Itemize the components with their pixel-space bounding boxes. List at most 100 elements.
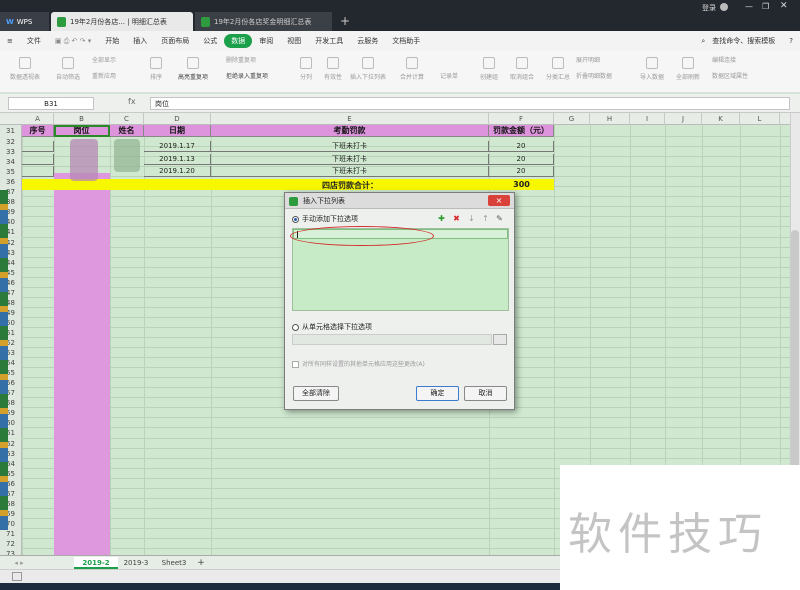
cell-date[interactable]: 2019.1.13: [144, 154, 211, 165]
fx-icon[interactable]: fx: [128, 97, 136, 106]
sheet-nav-arrows[interactable]: ◂ ▸: [4, 557, 34, 569]
cell-radio-icon[interactable]: [292, 323, 299, 331]
macro-icon[interactable]: [12, 572, 22, 581]
cell-date[interactable]: 2019.1.20: [144, 166, 211, 177]
header-fine-reason[interactable]: 考勤罚款: [211, 125, 489, 137]
manual-radio-icon[interactable]: [292, 215, 299, 223]
close-window-icon[interactable]: ✕: [780, 1, 788, 11]
cell-reason[interactable]: 下班未打卡: [211, 154, 489, 165]
header-date[interactable]: 日期: [144, 125, 211, 137]
delete-item-icon[interactable]: ✖: [452, 214, 461, 223]
document-tab-2[interactable]: 19年2月份各店奖金明细汇总表: [195, 12, 332, 31]
menu-view[interactable]: 视图: [280, 36, 308, 46]
minimize-icon[interactable]: —: [745, 2, 753, 11]
ok-button[interactable]: 确定: [416, 386, 459, 401]
column-header-d[interactable]: D: [144, 113, 211, 125]
ribbon-reapply[interactable]: 重新应用: [92, 71, 116, 80]
ribbon-auto-filter[interactable]: 自动筛选: [56, 57, 80, 81]
row-number[interactable]: 72: [0, 539, 22, 550]
cancel-button[interactable]: 取消: [464, 386, 507, 401]
move-up-icon[interactable]: ↑: [481, 214, 490, 223]
menu-developer[interactable]: 开发工具: [308, 36, 350, 46]
header-position[interactable]: 岗位: [54, 125, 110, 137]
user-avatar-icon[interactable]: [720, 3, 728, 11]
ribbon-validity[interactable]: 有效性: [324, 57, 342, 81]
column-header-j[interactable]: J: [665, 113, 702, 125]
row-number[interactable]: 32: [0, 137, 22, 148]
ribbon-refresh-all[interactable]: 全部刷新: [676, 57, 700, 81]
ribbon-split-column[interactable]: 分列: [300, 57, 312, 81]
ribbon-highlight-duplicates[interactable]: 高亮重复项: [178, 57, 208, 81]
cell-reason[interactable]: 下班未打卡: [211, 166, 489, 177]
edit-item-icon[interactable]: ✎: [495, 214, 504, 223]
cell-amount[interactable]: 20: [489, 166, 554, 177]
sheet-tab[interactable]: 2019-3: [118, 557, 154, 569]
menu-page-layout[interactable]: 页面布局: [154, 36, 196, 46]
column-header-k[interactable]: K: [702, 113, 740, 125]
column-header-a[interactable]: A: [22, 113, 54, 125]
scrollbar-thumb[interactable]: [791, 230, 799, 470]
header-seq[interactable]: 序号: [22, 125, 54, 137]
header-name[interactable]: 姓名: [110, 125, 144, 137]
add-item-icon[interactable]: ✚: [437, 214, 446, 223]
cell-amount[interactable]: 20: [489, 141, 554, 152]
total-label[interactable]: 四店罚款合计：: [211, 180, 489, 191]
column-header-l[interactable]: L: [740, 113, 780, 125]
menu-review[interactable]: 审阅: [252, 36, 280, 46]
row-number[interactable]: 33: [0, 147, 22, 158]
column-header-c[interactable]: C: [110, 113, 144, 125]
column-header-e[interactable]: E: [211, 113, 489, 125]
new-tab-button[interactable]: +: [340, 14, 350, 28]
cell-seq[interactable]: [22, 154, 54, 165]
ribbon-edit-connections[interactable]: 编辑连接: [712, 55, 736, 64]
clear-all-button[interactable]: 全部清除: [293, 386, 339, 401]
ribbon-subtotal[interactable]: 分类汇总: [546, 57, 570, 81]
menu-data[interactable]: 数据: [224, 34, 253, 48]
range-select-icon[interactable]: [493, 334, 507, 345]
menu-start[interactable]: 开始: [98, 36, 126, 46]
column-header-h[interactable]: H: [590, 113, 630, 125]
sheet-tab-active[interactable]: 2019-2: [74, 557, 118, 569]
apply-all-row[interactable]: 对所有同样设置的其他单元格应用这些更改(A): [292, 359, 425, 368]
ribbon-reject-duplicates[interactable]: 拒绝录入重复项: [226, 71, 268, 80]
ribbon-collapse-detail[interactable]: 折叠明细数据: [576, 71, 612, 80]
cell-seq[interactable]: [22, 166, 54, 177]
row-number[interactable]: 34: [0, 157, 22, 168]
hamburger-menu-icon[interactable]: ≡: [0, 37, 20, 45]
command-search[interactable]: 查找命令、搜索模板: [712, 36, 782, 46]
ribbon-range-properties[interactable]: 数据区域属性: [712, 71, 748, 80]
document-tab-active[interactable]: 19年2月份各店... | 明细汇总表: [51, 12, 193, 31]
move-down-icon[interactable]: ↓: [467, 214, 476, 223]
ribbon-expand-detail[interactable]: 展开明细: [576, 55, 600, 64]
row-number[interactable]: 36: [0, 177, 22, 188]
apply-all-checkbox[interactable]: [292, 361, 299, 368]
row-number[interactable]: 31: [0, 125, 22, 137]
ribbon-import-data[interactable]: 导入数据: [640, 57, 664, 81]
login-link[interactable]: 登录: [702, 3, 716, 13]
row-number[interactable]: 71: [0, 528, 22, 539]
ribbon-consolidate[interactable]: 合并计算: [400, 57, 424, 81]
header-fine-amount[interactable]: 罚款金额（元）: [489, 125, 554, 137]
cell-date[interactable]: 2019.1.17: [144, 141, 211, 152]
quick-access-icons[interactable]: ▣ ⎙ ↶ ↷ ▾: [48, 37, 98, 46]
ribbon-show-all[interactable]: 全部显示: [92, 55, 116, 64]
menu-insert[interactable]: 插入: [126, 36, 154, 46]
dialog-close-button[interactable]: ×: [488, 195, 510, 206]
add-sheet-button[interactable]: +: [194, 557, 208, 569]
menu-doc-assistant[interactable]: 文档助手: [385, 36, 427, 46]
cell-reason[interactable]: 下班未打卡: [211, 141, 489, 152]
name-box[interactable]: B31: [8, 97, 94, 110]
menu-cloud[interactable]: 云服务: [350, 36, 385, 46]
ribbon-create-group[interactable]: 创建组: [480, 57, 498, 81]
formula-input[interactable]: 岗位: [150, 97, 790, 110]
menu-formula[interactable]: 公式: [196, 36, 224, 46]
ribbon-pivot-table[interactable]: 数据透视表: [10, 57, 40, 81]
column-header-i[interactable]: I: [630, 113, 665, 125]
total-value[interactable]: 300: [489, 180, 554, 189]
ribbon-insert-dropdown[interactable]: 插入下拉列表: [350, 57, 386, 81]
wps-home-tab[interactable]: W WPS: [0, 12, 49, 31]
maximize-icon[interactable]: ❐: [762, 2, 769, 11]
cell-option-row[interactable]: 从单元格选择下拉选项: [292, 322, 372, 332]
row-number[interactable]: 35: [0, 167, 22, 178]
cell-seq[interactable]: [22, 141, 54, 152]
